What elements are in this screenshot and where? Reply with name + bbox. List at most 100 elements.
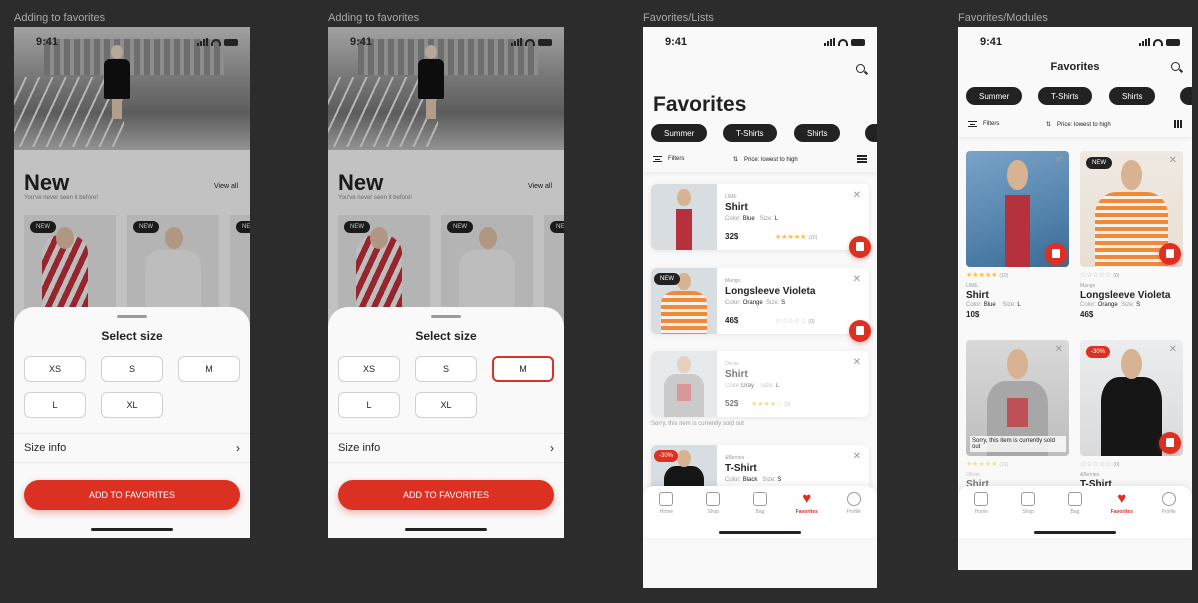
chip-tshirts[interactable]: T-Shirts [1038, 87, 1092, 105]
battery-icon [1166, 38, 1180, 46]
product-image: NEW ✕ [1080, 151, 1183, 267]
heart-icon: ♥ [1117, 490, 1127, 507]
remove-icon[interactable]: ✕ [853, 190, 861, 201]
size-xl-button[interactable]: XL [101, 392, 163, 418]
profile-icon [846, 492, 861, 506]
size-m-button-selected[interactable]: M [492, 356, 554, 382]
chip-more[interactable] [1180, 87, 1192, 105]
product-brand: &Berries [725, 455, 745, 461]
tab-profile[interactable]: Profile [1149, 492, 1189, 538]
tab-profile[interactable]: Profile [834, 492, 874, 538]
size-l-button[interactable]: L [338, 392, 400, 418]
add-to-bag-button[interactable] [1159, 243, 1181, 265]
filter-sort-bar: Filters ⇅ Price: lowest to high [643, 148, 877, 172]
rating-stars: ★★★★☆ (3) [751, 401, 791, 408]
remove-icon[interactable]: ✕ [853, 357, 861, 368]
chevron-right-icon: › [550, 441, 554, 455]
product-brand: &Berries [1080, 472, 1100, 478]
tab-home[interactable]: Home [646, 492, 686, 538]
sale-badge: -30% [654, 450, 679, 462]
product-name: Longsleeve Violeta [1080, 290, 1171, 301]
chip-shirts[interactable]: Shirts [1109, 87, 1156, 105]
frame-label-2: Adding to favorites [328, 12, 420, 24]
remove-icon[interactable]: ✕ [853, 451, 861, 462]
sheet-title: Select size [101, 329, 163, 343]
sort-button[interactable]: ⇅ Price: lowest to high [1046, 121, 1111, 129]
remove-icon[interactable]: ✕ [1169, 344, 1177, 355]
size-s-button[interactable]: S [101, 356, 163, 382]
size-xs-button[interactable]: XS [338, 356, 400, 382]
product-name: Shirt [725, 202, 748, 213]
favorite-module-card[interactable]: ✕ ★★★★★ (10) LIME Shirt Color: Blue Size… [966, 151, 1069, 319]
size-s-button[interactable]: S [415, 356, 477, 382]
remove-icon[interactable]: ✕ [1055, 344, 1063, 355]
favorite-list-item[interactable]: LIME Shirt Color: Blue Size: L 32$ ★★★★★… [651, 184, 871, 258]
size-xl-button[interactable]: XL [415, 392, 477, 418]
signal-icon [824, 38, 835, 46]
filters-button[interactable]: Filters [653, 156, 684, 162]
chip-tshirts[interactable]: T-Shirts [723, 124, 777, 142]
phone-frame-2: 9:41 New You've never seen it before! Vi… [328, 27, 564, 538]
product-price: 52$ [725, 399, 739, 408]
rating-stars: ★★★★★ (10) [775, 234, 818, 241]
home-icon [659, 492, 674, 506]
product-image: ✕ Sorry, this item is currently sold out [966, 340, 1069, 456]
new-badge: NEW [654, 273, 680, 285]
chevron-right-icon: › [236, 441, 240, 455]
favorite-module-card-sold-out[interactable]: ✕ Sorry, this item is currently sold out … [966, 340, 1069, 490]
size-m-button[interactable]: M [178, 356, 240, 382]
size-xs-button[interactable]: XS [24, 356, 86, 382]
rating-stars: ★★★★★ (10) [966, 272, 1009, 279]
product-image: NEW [651, 268, 717, 334]
add-to-bag-button[interactable] [1045, 243, 1067, 265]
product-attributes: Color: Black Size: S [725, 477, 782, 483]
list-view-icon[interactable] [857, 155, 867, 163]
chip-shirts[interactable]: Shirts [794, 124, 841, 142]
size-info-row[interactable]: Size info › [328, 433, 564, 463]
home-indicator [91, 528, 173, 531]
product-attributes: Color: Orange Size: S [1080, 302, 1141, 308]
favorite-module-card[interactable]: NEW ✕ ☆☆☆☆☆ (0) Mango Longsleeve Violeta … [1080, 151, 1183, 319]
home-indicator [1034, 531, 1116, 534]
remove-icon[interactable]: ✕ [1169, 155, 1177, 166]
sheet-grabber[interactable] [117, 315, 147, 318]
battery-icon [851, 38, 865, 46]
size-info-row[interactable]: Size info › [14, 433, 250, 463]
bottom-tab-bar: Home Shop Bag ♥ Favorites Profile [643, 486, 877, 538]
chip-summer[interactable]: Summer [966, 87, 1023, 105]
rating-stars: ☆☆☆☆☆ (0) [1080, 272, 1120, 279]
add-to-favorites-button[interactable]: ADD TO FAVORITES [338, 480, 554, 510]
add-to-bag-button[interactable] [849, 320, 871, 342]
page-title: Favorites [653, 93, 747, 116]
add-to-bag-button[interactable] [1159, 432, 1181, 454]
rating-stars: ☆☆☆☆☆ (0) [1080, 461, 1120, 468]
sold-out-message: Sorry, this item is currently sold out [970, 436, 1066, 452]
size-l-button[interactable]: L [24, 392, 86, 418]
search-icon[interactable] [856, 64, 865, 73]
favorite-module-card[interactable]: -30% ✕ ☆☆☆☆☆ (0) &Berries T-Shirt [1080, 340, 1183, 490]
add-to-favorites-button[interactable]: ADD TO FAVORITES [24, 480, 240, 510]
tab-home[interactable]: Home [961, 492, 1001, 538]
remove-icon[interactable]: ✕ [853, 274, 861, 285]
chip-more[interactable] [865, 124, 877, 142]
product-brand: LIME [966, 283, 978, 289]
status-time: 9:41 [350, 36, 373, 48]
favorite-list-item[interactable]: NEW Mango Longsleeve Violeta Color: Oran… [651, 268, 871, 342]
product-brand: Olivier [966, 472, 981, 478]
filters-button[interactable]: Filters [968, 121, 999, 127]
chip-summer[interactable]: Summer [651, 124, 708, 142]
sort-icon: ⇅ [1046, 122, 1052, 128]
sort-button[interactable]: ⇅ Price: lowest to high [733, 156, 798, 164]
frame-label-4: Favorites/Modules [958, 12, 1048, 24]
remove-icon[interactable]: ✕ [1055, 155, 1063, 166]
favorite-list-item-sold-out[interactable]: Olivier Shirt Color:Gray Size: L 52$ ★★★… [651, 351, 869, 417]
product-image: ✕ [966, 151, 1069, 267]
search-icon[interactable] [1171, 62, 1180, 71]
grid-view-icon[interactable] [1174, 120, 1182, 128]
wifi-icon [211, 38, 221, 46]
sheet-title: Select size [415, 329, 477, 343]
sheet-grabber[interactable] [431, 315, 461, 318]
status-bar: 9:41 [643, 27, 877, 57]
add-to-bag-button[interactable] [849, 236, 871, 258]
size-bottom-sheet: Select size XS S M L XL Size info › ADD … [328, 307, 564, 538]
